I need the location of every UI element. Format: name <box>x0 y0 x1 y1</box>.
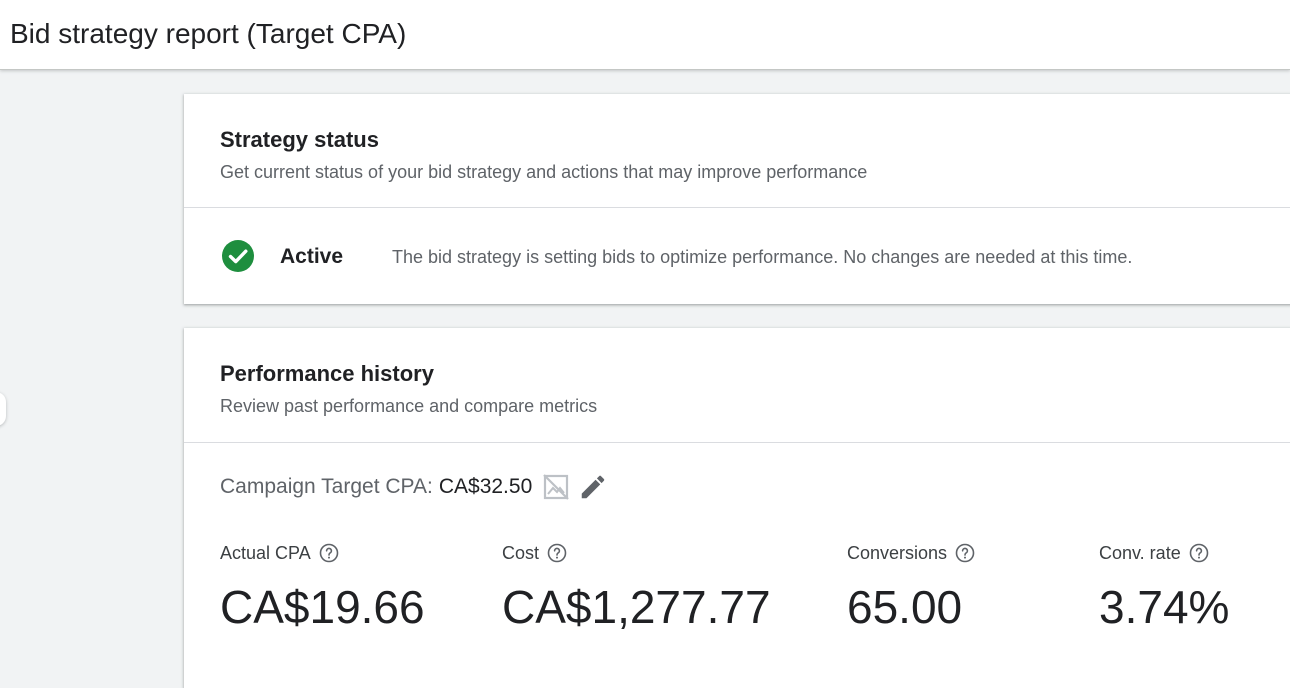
metric-value: 3.74% <box>1099 581 1230 633</box>
check-circle-icon <box>222 240 254 272</box>
strategy-status-subtitle: Get current status of your bid strategy … <box>220 162 868 182</box>
status-label: Active <box>280 245 344 268</box>
metric-value: 65.00 <box>847 581 963 633</box>
help-icon[interactable] <box>955 543 975 563</box>
side-panel-toggle[interactable] <box>0 392 6 426</box>
performance-history-subtitle: Review past performance and compare metr… <box>220 396 598 416</box>
status-message: The bid strategy is setting bids to opti… <box>392 247 1133 267</box>
chart-off-icon[interactable] <box>542 473 570 501</box>
metric-label: Cost <box>502 542 540 563</box>
metric-label-row: Conv. rate <box>1099 540 1229 566</box>
strategy-status-card: Strategy status Get current status of yo… <box>184 94 1290 304</box>
metric-label: Conv. rate <box>1099 542 1181 563</box>
target-cpa-label: Campaign Target CPA: <box>220 475 433 498</box>
page-header: Bid strategy report (Target CPA) <box>0 0 1290 70</box>
performance-history-card: Performance history Review past performa… <box>184 328 1290 688</box>
metric-conversions: Conversions 65.00 <box>847 540 975 634</box>
metric-conv-rate: Conv. rate 3.74% <box>1099 540 1229 634</box>
status-row: Active The bid strategy is setting bids … <box>184 208 1290 304</box>
target-cpa-row: Campaign Target CPA: CA$32.50 <box>220 472 608 502</box>
strategy-status-title: Strategy status <box>220 127 379 152</box>
help-icon[interactable] <box>547 543 567 563</box>
help-icon[interactable] <box>319 543 339 563</box>
metric-value: CA$1,277.77 <box>502 581 771 633</box>
metric-cost: Cost CA$1,277.77 <box>502 540 771 634</box>
metric-label-row: Conversions <box>847 540 975 566</box>
help-icon[interactable] <box>1189 543 1209 563</box>
performance-history-title: Performance history <box>220 361 434 386</box>
metric-label-row: Cost <box>502 540 771 566</box>
performance-history-header: Performance history Review past performa… <box>184 328 1290 443</box>
metric-label-row: Actual CPA <box>220 540 425 566</box>
target-cpa-value: CA$32.50 <box>438 475 533 498</box>
strategy-status-header: Strategy status Get current status of yo… <box>184 94 1290 208</box>
metric-label: Conversions <box>847 542 948 563</box>
edit-pencil-icon[interactable] <box>578 472 608 502</box>
metric-actual-cpa: Actual CPA CA$19.66 <box>220 540 425 634</box>
metric-value: CA$19.66 <box>220 581 425 633</box>
page-title: Bid strategy report (Target CPA) <box>10 18 407 49</box>
metric-label: Actual CPA <box>220 542 311 563</box>
